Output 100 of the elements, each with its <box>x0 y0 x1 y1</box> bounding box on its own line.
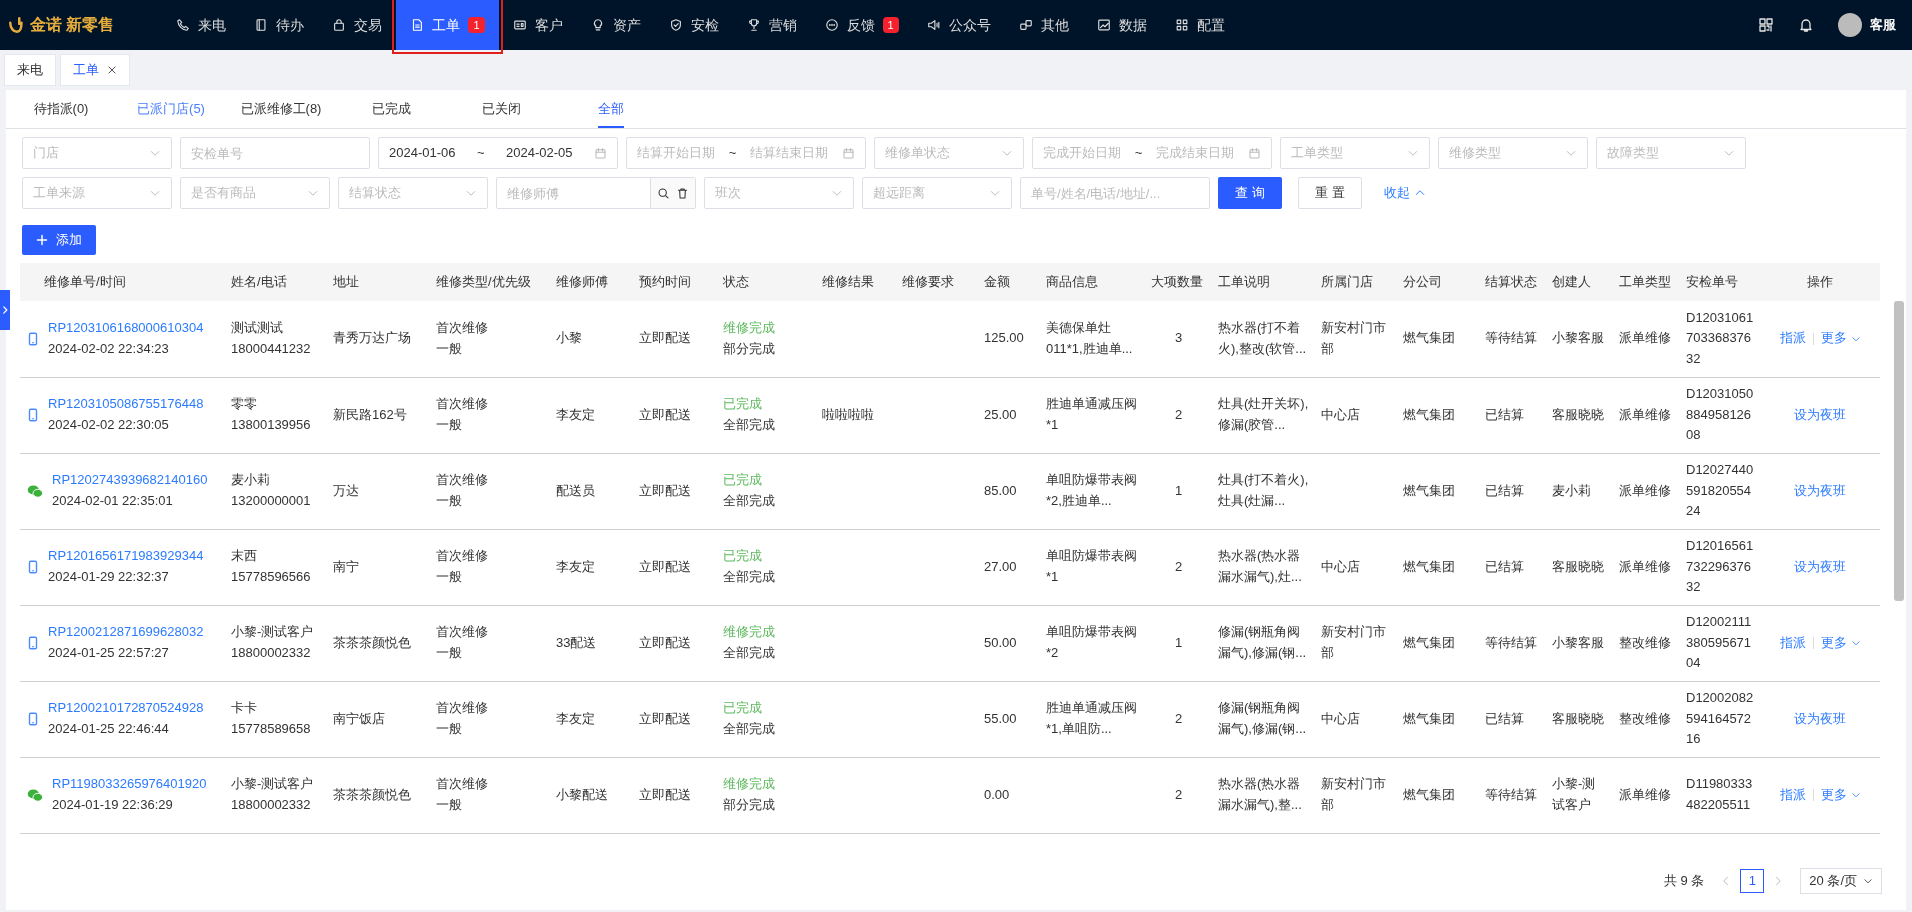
nav-item[interactable]: 交易 <box>318 0 397 50</box>
nav-item[interactable]: 配置 <box>1160 0 1239 50</box>
order-number-link[interactable]: RP1198033265976401920 <box>52 774 207 795</box>
nav-item[interactable]: 反馈 1 <box>810 0 913 50</box>
table-cell-text: 一般 <box>436 644 463 662</box>
status-tab[interactable]: 待指派(0) <box>33 89 89 128</box>
more-dropdown[interactable]: 更多 <box>1820 632 1861 654</box>
more-dropdown[interactable]: 更多 <box>1820 328 1861 350</box>
action-link[interactable]: 设为夜班 <box>1794 404 1846 426</box>
table-cell: 等待结算 <box>1485 786 1537 802</box>
order-number-link[interactable]: RP1202743939682140160 <box>52 470 208 491</box>
search-icon[interactable] <box>656 186 670 200</box>
table-cell-text: 一般 <box>436 568 463 586</box>
page-button[interactable]: 1 <box>1740 868 1765 893</box>
action-link[interactable]: 设为夜班 <box>1794 480 1846 502</box>
table-cell: 客服晓晓 <box>1552 406 1604 422</box>
action-link[interactable]: 设为夜班 <box>1794 708 1846 730</box>
status-tab[interactable]: 已派门店(5) <box>137 89 205 128</box>
line-chart-icon <box>1096 18 1111 32</box>
nav-item[interactable]: 安检 <box>654 0 733 50</box>
table-cell-text: 2024-01-25 22:46:44 <box>48 720 170 738</box>
table-cell: 李友定 <box>556 710 595 726</box>
table-cell: 25.00 <box>984 406 1017 422</box>
status-tab[interactable]: 已派维修工(8) <box>240 89 322 128</box>
column-header: 结算状态 <box>1485 274 1537 290</box>
table-cell: 已结算 <box>1485 406 1524 422</box>
qr-code-icon[interactable] <box>1758 17 1774 33</box>
page-size-select[interactable]: 20 条/页 <box>1800 867 1882 894</box>
order-number-link[interactable]: RP1201656171983929344 <box>48 546 204 567</box>
nav-item[interactable]: 其他 <box>1004 0 1083 50</box>
query-button[interactable]: 查 询 <box>1218 177 1282 209</box>
nav-item[interactable]: 营销 <box>732 0 811 50</box>
sidebar-toggle[interactable] <box>0 290 10 330</box>
action-link[interactable]: 设为夜班 <box>1794 556 1846 578</box>
reset-button[interactable]: 重 置 <box>1298 177 1362 209</box>
page-tab[interactable]: 工单 <box>60 54 130 86</box>
avatar[interactable] <box>1838 13 1862 37</box>
table-cell: D1203106170336837632 <box>1686 309 1754 367</box>
table-cell-text: 13200000001 <box>231 492 312 510</box>
input-field[interactable]: 维修师傅 <box>497 178 650 208</box>
date-range-field[interactable]: 完成开始日期 ~ 完成结束日期 <box>1032 137 1272 169</box>
status-tab[interactable]: 已关闭 <box>481 89 521 128</box>
column-header: 地址 <box>333 274 359 290</box>
table-cell: 小黎客服 <box>1552 634 1604 650</box>
action-link[interactable]: 指派 <box>1779 784 1806 806</box>
order-number-link[interactable]: RP1203106168000610304 <box>48 317 204 339</box>
table-cell-text: 维修完成 <box>723 775 776 794</box>
table-cell: 2 <box>1174 558 1183 574</box>
column-header: 操作 <box>1807 274 1833 290</box>
more-dropdown[interactable]: 更多 <box>1820 784 1861 806</box>
user-name[interactable]: 客服 <box>1870 15 1896 35</box>
logo-icon <box>8 16 26 34</box>
nav-item[interactable]: 待办 <box>240 0 319 50</box>
table-cell: 2 <box>1174 710 1183 726</box>
add-button[interactable]: 添加 <box>22 225 96 255</box>
close-icon[interactable] <box>107 64 117 75</box>
nav-item[interactable]: 公众号 <box>912 0 1005 50</box>
table-cell: 胜迪单通减压阀*1 <box>1046 396 1137 432</box>
date-range-field[interactable]: 2024-01-06 ~ 2024-02-05 <box>378 137 618 169</box>
table-cell-text: 首次维修 <box>436 318 489 337</box>
date-range-field[interactable]: 结算开始日期 ~ 结算结束日期 <box>626 137 866 169</box>
nav-item[interactable]: 数据 <box>1082 0 1161 50</box>
calendar-icon <box>842 146 855 160</box>
input-field[interactable]: 安检单号 <box>180 137 370 169</box>
table-cell: 修漏(钢瓶角阀漏气),修漏(钢... <box>1218 700 1307 736</box>
collapse-link[interactable]: 收起 <box>1378 182 1432 204</box>
action-link[interactable]: 指派 <box>1779 632 1806 654</box>
table-cell: 新安村门市部 <box>1321 776 1386 812</box>
table-cell: 麦小莉 <box>1552 482 1591 498</box>
order-number-link[interactable]: RP1200212871699628032 <box>48 622 204 643</box>
table-cell: 茶茶茶颜悦色 <box>333 786 411 802</box>
table-cell-text: 一般 <box>436 339 463 358</box>
table-cell: 派单维修 <box>1619 406 1671 422</box>
nav-item[interactable]: 来电 <box>162 0 241 50</box>
chat-bubbles-icon <box>26 482 44 500</box>
input-field[interactable]: 单号/姓名/电话/地址/... <box>1020 177 1210 209</box>
column-header: 金额 <box>984 274 1010 290</box>
table-cell-text: 15778589658 <box>231 720 312 738</box>
table-cell: 1 <box>1174 482 1183 498</box>
scrollbar[interactable] <box>1894 301 1904 601</box>
table-cell-text: 已完成 <box>723 547 763 566</box>
bell-icon[interactable] <box>1798 17 1814 33</box>
column-header: 状态 <box>723 274 749 290</box>
status-tab[interactable]: 全部 <box>598 89 624 128</box>
table-cell: D1202744059182055424 <box>1686 461 1754 519</box>
column-header: 维修单号/时间 <box>44 274 126 290</box>
table-cell-text: 首次维修 <box>436 699 489 718</box>
page-tab[interactable]: 来电 <box>4 54 56 86</box>
nav-item[interactable]: 客户 <box>498 0 577 50</box>
trash-icon[interactable] <box>675 186 689 200</box>
order-number-link[interactable]: RP1200210172870524928 <box>48 698 204 719</box>
order-number-link[interactable]: RP1203105086755176448 <box>48 394 204 415</box>
status-tab[interactable]: 已完成 <box>371 89 411 128</box>
table-cell-text: 小黎-测试客户 <box>231 775 315 794</box>
table-cell-text: 零零 <box>231 395 258 414</box>
table-cell: 立即配送 <box>639 330 691 346</box>
action-link[interactable]: 指派 <box>1779 328 1806 350</box>
logo-text: 金诺 新零售 <box>30 15 115 35</box>
nav-item[interactable]: 资产 <box>576 0 655 50</box>
search-field[interactable]: 维修师傅 <box>496 177 696 209</box>
